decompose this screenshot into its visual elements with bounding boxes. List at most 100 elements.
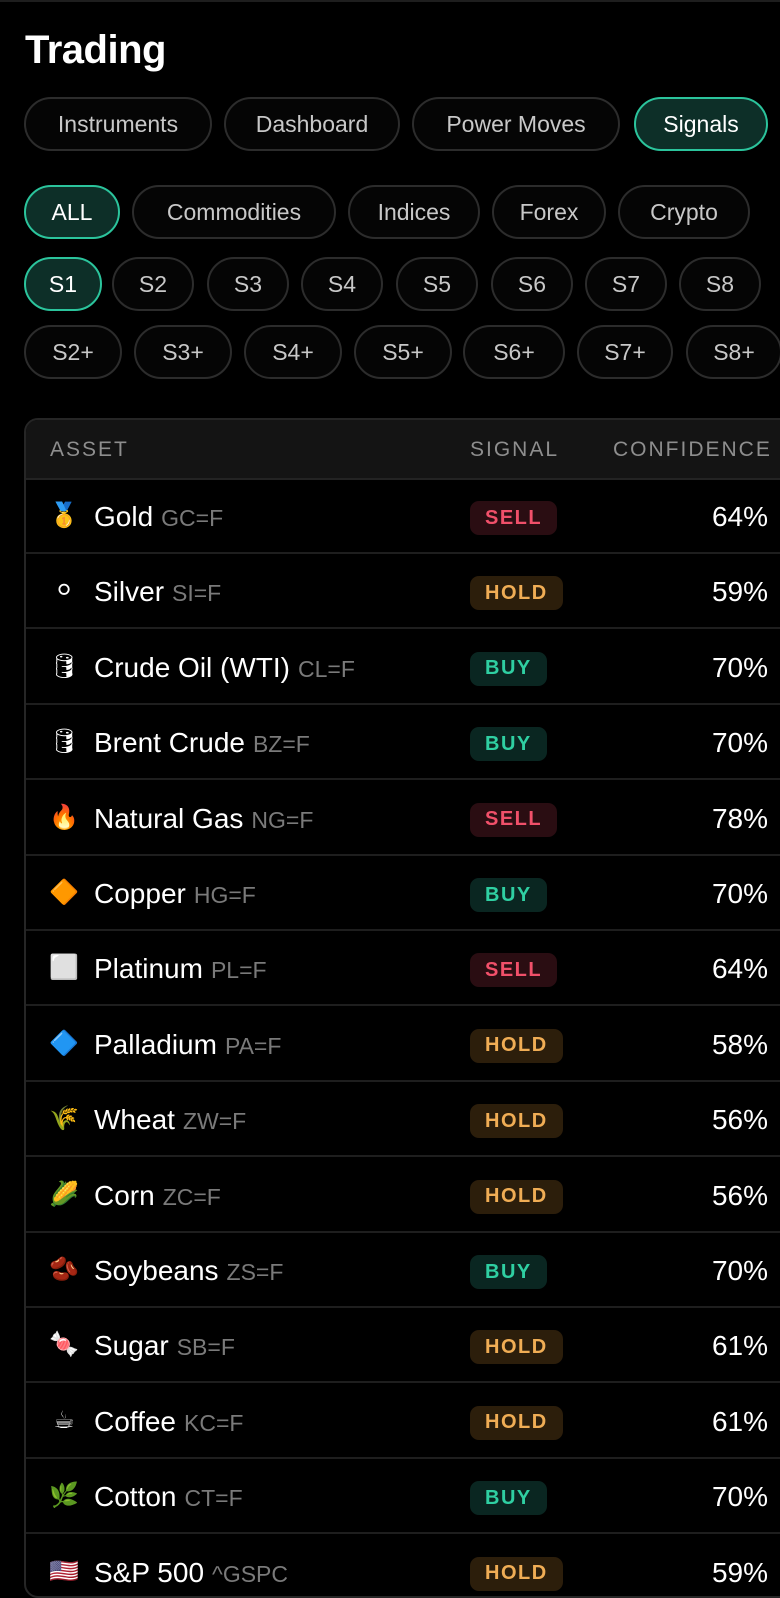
asset-name: Brent Crude	[94, 727, 245, 759]
page-title: Trading	[25, 28, 166, 72]
table-row[interactable]: ⬜ Platinum PL=F SELL 64%	[26, 932, 780, 1007]
table-row[interactable]: 🛢 Crude Oil (WTI) CL=F BUY 70%	[26, 631, 780, 705]
category-filter-bar: ALL Commodities Indices Forex Crypto	[0, 185, 780, 245]
confidence-value: 56%	[711, 1104, 768, 1136]
asset-cell: Coffee KC=F	[94, 1404, 243, 1441]
tab-bar: Instruments Dashboard Power Moves Signals	[0, 97, 780, 157]
asset-cell: Gold GC=F	[94, 499, 223, 536]
us-flag-icon: 🇺🇸	[49, 1556, 79, 1585]
tab-instruments[interactable]: Instruments	[24, 97, 212, 151]
table-row[interactable]: 🛢 Brent Crude BZ=F BUY 70%	[26, 706, 780, 781]
asset-cell: Soybeans ZS=F	[94, 1253, 283, 1290]
strength-plus-s4-plus[interactable]: S4+	[244, 325, 342, 379]
asset-name: Gold	[94, 501, 154, 532]
signal-badge: HOLD	[470, 1556, 563, 1591]
asset-name: Corn	[94, 1179, 155, 1211]
table-row[interactable]: 🫘 Soybeans ZS=F BUY 70%	[26, 1234, 780, 1308]
strength-plus-s8-plus[interactable]: S8+	[686, 325, 780, 379]
signal-badge: SELL	[470, 802, 558, 837]
tab-signals[interactable]: Signals	[634, 97, 768, 151]
table-row[interactable]: 🇺🇸 S&P 500 ^GSPC HOLD 59%	[26, 1536, 780, 1596]
asset-name: Platinum	[94, 953, 203, 985]
asset-cell: Sugar SB=F	[94, 1328, 235, 1365]
asset-ticker: KC=F	[184, 1409, 244, 1436]
strength-s5[interactable]: S5	[396, 257, 478, 311]
column-header-asset[interactable]: ASSET	[50, 438, 129, 462]
asset-ticker: PL=F	[210, 957, 267, 984]
tab-power-moves[interactable]: Power Moves	[412, 97, 620, 151]
asset-cell: Silver SI=F	[94, 574, 221, 611]
category-forex[interactable]: Forex	[492, 185, 606, 239]
table-row[interactable]: 🌾 Wheat ZW=F HOLD 56%	[26, 1083, 780, 1158]
white-square-icon: ⬜	[49, 953, 79, 982]
signal-badge: HOLD	[470, 1405, 563, 1440]
asset-ticker: HG=F	[193, 882, 256, 908]
signal-badge: HOLD	[470, 1028, 563, 1063]
coffee-icon: ☕	[53, 1405, 75, 1434]
strength-plus-s3-plus[interactable]: S3+	[134, 325, 232, 379]
signal-badge: BUY	[470, 878, 547, 912]
confidence-value: 64%	[711, 953, 768, 985]
strength-plus-s2-plus[interactable]: S2+	[24, 325, 122, 379]
strength-s3[interactable]: S3	[207, 257, 289, 311]
asset-name: Crude Oil (WTI)	[94, 651, 290, 683]
beans-icon: 🫘	[49, 1255, 79, 1283]
strength-s1[interactable]: S1	[24, 257, 102, 311]
category-indices[interactable]: Indices	[348, 185, 480, 239]
asset-name: Silver	[94, 576, 165, 608]
asset-name: Copper	[94, 878, 186, 909]
strength-s7[interactable]: S7	[585, 257, 667, 311]
table-row[interactable]: ☕ Coffee KC=F HOLD 61%	[26, 1385, 780, 1459]
table-row[interactable]: 🔷 Palladium PA=F HOLD 58%	[26, 1008, 780, 1082]
asset-name: Palladium	[94, 1028, 217, 1060]
strength-plus-s7-plus[interactable]: S7+	[577, 325, 673, 379]
signals-table: ASSET SIGNAL CONFIDENCE 🥇 Gold GC=F SELL 64%…	[24, 418, 780, 1598]
signal-badge: HOLD	[470, 1104, 563, 1139]
table-row[interactable]: 🔶 Copper HG=F BUY 70%	[26, 857, 780, 931]
asset-cell: Platinum PL=F	[94, 951, 267, 988]
asset-cell: Corn ZC=F	[94, 1178, 221, 1215]
strength-filter-bar: S1 S2 S3 S4 S5 S6 S7 S8	[0, 257, 780, 317]
asset-cell: S&P 500 ^GSPC	[94, 1555, 288, 1592]
asset-cell: Wheat ZW=F	[94, 1102, 246, 1139]
asset-name: Coffee	[94, 1405, 176, 1437]
asset-name: Wheat	[94, 1104, 175, 1136]
tab-dashboard[interactable]: Dashboard	[224, 97, 400, 151]
confidence-value: 70%	[711, 727, 768, 759]
asset-name: Sugar	[94, 1330, 169, 1362]
category-crypto[interactable]: Crypto	[618, 185, 750, 239]
confidence-value: 70%	[711, 1481, 768, 1513]
column-header-confidence[interactable]: CONFIDENCE	[613, 438, 772, 462]
table-row[interactable]: 🌿 Cotton CT=F BUY 70%	[26, 1460, 780, 1535]
table-row[interactable]: 🌽 Corn ZC=F HOLD 56%	[26, 1159, 780, 1233]
strength-s2[interactable]: S2	[112, 257, 194, 311]
signal-badge: BUY	[470, 651, 547, 686]
asset-ticker: CT=F	[184, 1485, 243, 1512]
strength-s8[interactable]: S8	[679, 257, 761, 311]
asset-cell: Brent Crude BZ=F	[94, 725, 310, 762]
category-all[interactable]: ALL	[24, 185, 120, 239]
confidence-value: 78%	[711, 802, 768, 834]
strength-s4[interactable]: S4	[301, 257, 383, 311]
table-row[interactable]: 🍬 Sugar SB=F HOLD 61%	[26, 1309, 780, 1384]
column-header-signal[interactable]: SIGNAL	[470, 438, 559, 462]
strength-plus-s5-plus[interactable]: S5+	[354, 325, 452, 379]
strength-s6[interactable]: S6	[491, 257, 573, 311]
wheat-icon: 🌾	[49, 1104, 79, 1133]
signal-badge: HOLD	[470, 1330, 563, 1365]
table-row[interactable]: 🔥 Natural Gas NG=F SELL 78%	[26, 782, 780, 856]
strength-plus-s6-plus[interactable]: S6+	[463, 325, 565, 379]
asset-name: Natural Gas	[94, 802, 244, 834]
confidence-value: 56%	[711, 1179, 768, 1211]
confidence-value: 70%	[711, 651, 768, 683]
category-commodities[interactable]: Commodities	[132, 185, 336, 239]
confidence-value: 58%	[711, 1028, 768, 1060]
asset-ticker: BZ=F	[252, 731, 310, 758]
table-row[interactable]: ⚪ Silver SI=F HOLD 59%	[26, 555, 780, 630]
signal-badge: BUY	[470, 1481, 547, 1516]
signal-badge: SELL	[470, 501, 558, 535]
asset-name: Soybeans	[94, 1255, 219, 1286]
signal-badge: HOLD	[470, 1179, 563, 1214]
table-row[interactable]: 🥇 Gold GC=F SELL 64%	[26, 480, 780, 554]
confidence-value: 64%	[711, 501, 768, 532]
